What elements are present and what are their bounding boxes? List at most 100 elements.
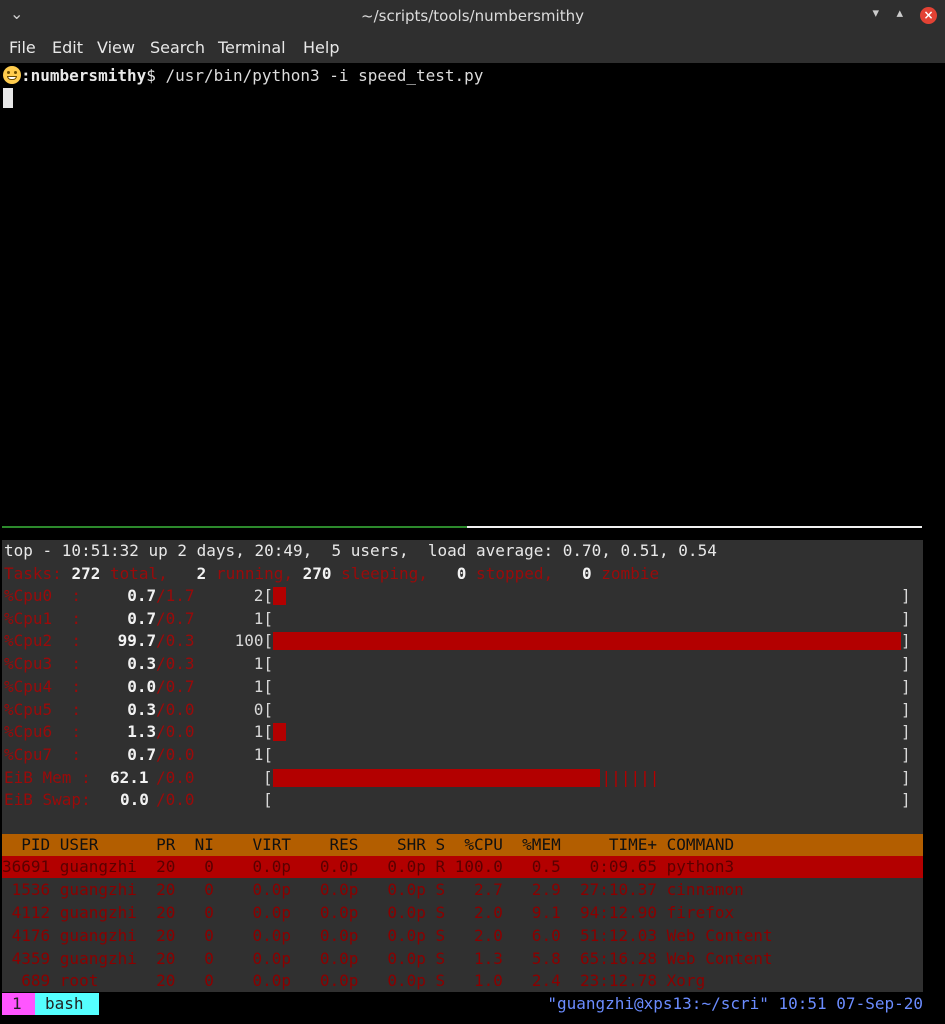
process-row-selected[interactable]: 36691 guangzhi 20 0 0.0p 0.0p 0.0p R 100… <box>2 856 923 878</box>
menu-terminal[interactable]: Terminal <box>218 38 286 57</box>
cpu-bracket-close: ] <box>901 676 911 696</box>
cpu-user-pct: 0.7 <box>127 608 157 628</box>
tasks-label: Tasks: <box>4 564 72 583</box>
cpu-usage-bar <box>273 587 286 605</box>
cpu-bracket-close: ] <box>901 631 911 651</box>
menu-view[interactable]: View <box>97 38 135 57</box>
cpu-total-pct: 1[ <box>253 654 274 674</box>
cpu-user-pct: 0.0 <box>127 676 157 696</box>
cpu-total-pct: 100[ <box>234 631 274 651</box>
prompt-sign: $ <box>146 66 156 85</box>
cpu-total-pct: 1[ <box>253 676 274 696</box>
cpu-system-pct: /0.7 <box>156 676 195 696</box>
close-icon[interactable]: × <box>920 7 937 24</box>
swap-bracket-open: [ <box>263 790 273 809</box>
swap-label: EiB Swap: <box>4 790 91 809</box>
tasks-sleeping-label: sleeping, <box>331 564 457 583</box>
process-row[interactable]: 4176 guangzhi 20 0 0.0p 0.0p 0.0p S 2.0 … <box>2 925 923 947</box>
swap-used: 0.0 <box>120 790 149 809</box>
cpu-label: %Cpu7 : <box>4 744 82 764</box>
text-cursor <box>3 88 13 108</box>
tmux-status-right: "guangzhi@xps13:~/scri" 10:51 07-Sep-20 <box>547 994 923 1013</box>
mem-bracket-close: ] <box>901 768 911 787</box>
tasks-stopped: 0 <box>456 564 467 583</box>
pane-gap <box>0 528 945 540</box>
process-row[interactable]: 689 root 20 0 0.0p 0.0p 0.0p S 1.0 2.4 2… <box>2 970 923 992</box>
mem-usage-bar <box>273 769 600 787</box>
cpu-user-pct: 0.3 <box>127 654 157 674</box>
tasks-stopped-label: stopped, <box>466 564 583 583</box>
menu-bar: File Edit View Search Terminal Help <box>0 33 945 63</box>
cpu-bracket-close: ] <box>901 699 911 719</box>
mem-rest: /0.0 <box>156 768 195 787</box>
minimize-icon[interactable]: ▾ <box>872 6 879 21</box>
tasks-total-label: total, <box>100 564 197 583</box>
menu-search[interactable]: Search <box>150 38 205 57</box>
cpu-label: %Cpu3 : <box>4 654 82 674</box>
cpu-bracket-close: ] <box>901 744 911 764</box>
cpu-user-pct: 0.7 <box>127 744 157 764</box>
cpu-system-pct: /1.7 <box>156 586 195 605</box>
prompt-command: /usr/bin/python3 -i speed_test.py <box>155 66 484 85</box>
tasks-total: 272 <box>71 564 101 583</box>
cpu-system-pct: /0.3 <box>156 654 195 674</box>
menu-edit[interactable]: Edit <box>52 38 83 57</box>
mem-bracket-open: [ <box>263 768 273 787</box>
cpu-label: %Cpu6 : <box>4 722 82 742</box>
tasks-running-label: running, <box>206 564 303 583</box>
cpu-usage-bar <box>273 723 286 742</box>
window-title: ~/scripts/tools/numbersmithy <box>361 7 584 25</box>
tasks-running: 2 <box>196 564 207 583</box>
maximize-icon[interactable]: ▴ <box>896 6 903 21</box>
cpu-system-pct: /0.0 <box>156 744 195 764</box>
menu-file[interactable]: File <box>9 38 36 57</box>
cpu-system-pct: /0.0 <box>156 699 195 719</box>
grinning-face-icon <box>3 66 21 84</box>
cpu-label: %Cpu2 : <box>4 631 82 651</box>
mem-label: EiB Mem : <box>4 768 91 787</box>
swap-bracket-close: ] <box>901 790 911 809</box>
cpu-total-pct: 1[ <box>253 722 274 742</box>
cpu-system-pct: /0.0 <box>156 722 195 742</box>
cpu-label: %Cpu5 : <box>4 699 82 719</box>
tasks-line: Tasks: 272 total, 2 running, 270 sleepin… <box>4 563 659 585</box>
process-row[interactable]: 4112 guangzhi 20 0 0.0p 0.0p 0.0p S 2.0 … <box>2 902 923 924</box>
cpu-user-pct: 99.7 <box>117 631 157 651</box>
mem-used: 62.1 <box>110 768 149 787</box>
tasks-zombie: 0 <box>582 564 592 583</box>
terminal-pane-upper[interactable]: :numbersmithy$ /usr/bin/python3 -i speed… <box>0 63 945 526</box>
cpu-label: %Cpu0 : <box>4 586 82 605</box>
cpu-system-pct: /0.3 <box>156 631 195 651</box>
tmux-status-bar: 1 bash "guangzhi@xps13:~/scri" 10:51 07-… <box>0 993 945 1017</box>
cpu-bracket-close: ] <box>901 608 911 628</box>
swap-rest: /0.0 <box>156 790 195 809</box>
cpu-bracket-close: ] <box>901 722 911 742</box>
cpu-user-pct: 0.7 <box>127 586 157 605</box>
process-row[interactable]: 1536 guangzhi 20 0 0.0p 0.0p 0.0p S 2.7 … <box>2 879 923 901</box>
cpu-total-pct: 1[ <box>253 608 274 628</box>
cpu-system-pct: /0.7 <box>156 608 195 628</box>
top-summary-line: top - 10:51:32 up 2 days, 20:49, 5 users… <box>4 541 717 560</box>
cpu-bracket-close: ] <box>901 654 911 674</box>
cpu-label: %Cpu1 : <box>4 608 82 628</box>
mem-line: EiB Mem : <box>4 767 91 789</box>
cpu-user-pct: 0.3 <box>127 699 157 719</box>
cpu-total-pct: 0[ <box>253 699 274 719</box>
cpu-user-pct: 1.3 <box>127 722 157 742</box>
cpu-bracket-close: ] <box>901 586 911 605</box>
top-monitor-pane[interactable]: top - 10:51:32 up 2 days, 20:49, 5 users… <box>2 540 923 992</box>
mem-buffer-ticks: |||||| <box>601 768 660 787</box>
tmux-window-name[interactable]: bash <box>35 993 99 1015</box>
window-titlebar: ⌄ ~/scripts/tools/numbersmithy ▾ ▴ × <box>0 0 945 33</box>
menu-help[interactable]: Help <box>303 38 339 57</box>
cpu-label: %Cpu4 : <box>4 676 82 696</box>
process-row[interactable]: 4359 guangzhi 20 0 0.0p 0.0p 0.0p S 1.3 … <box>2 948 923 970</box>
prompt-line: :numbersmithy$ /usr/bin/python3 -i speed… <box>3 66 483 85</box>
tasks-sleeping: 270 <box>302 564 332 583</box>
process-table-header[interactable]: PID USER PR NI VIRT RES SHR S %CPU %MEM … <box>2 834 923 856</box>
cpu-total-pct: 2[ <box>253 586 274 605</box>
tasks-zombie-label: zombie <box>591 564 660 583</box>
cpu-usage-bar <box>273 632 901 651</box>
cpu-total-pct: 1[ <box>253 744 274 764</box>
tmux-window-index[interactable]: 1 <box>2 993 35 1015</box>
